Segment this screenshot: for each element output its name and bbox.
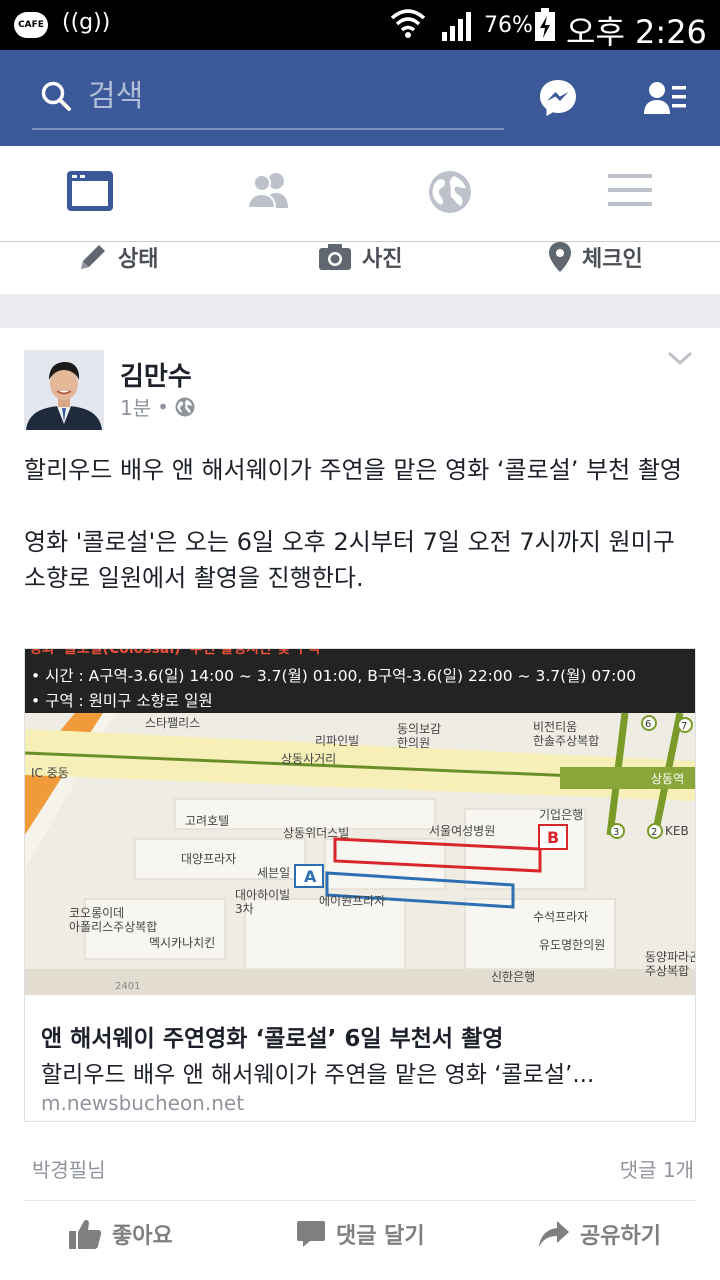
map-label-road: 2401 [115, 981, 140, 992]
post-time[interactable]: 1분 [120, 392, 151, 421]
status-composer-button[interactable]: 상태 [78, 242, 158, 272]
tab-bar [0, 146, 720, 242]
map-label-mexicana: 멕시카나치킨 [149, 936, 215, 950]
zone-a-label: A [304, 867, 317, 886]
globe-icon[interactable] [428, 170, 472, 214]
checkin-label: 체크인 [582, 247, 643, 272]
signal-notification-icon: ((g)) [62, 10, 111, 35]
friends-icon[interactable] [246, 170, 294, 212]
top-header [0, 50, 720, 146]
thumbs-up-icon [69, 1219, 102, 1249]
comment-count[interactable]: 댓글 1개 [620, 1154, 694, 1183]
status-bar: CAFE ((g)) 76% 오후 2:26 [0, 0, 720, 51]
map-label-dongyang: 동양파라곤 주상복합 [645, 950, 695, 978]
link-preview-image[interactable]: 영화 '콜로설(Colossal)' 부천 촬영시간 및 구역 • 시간 : A… [25, 649, 695, 995]
like-label: 좋아요 [112, 1224, 173, 1249]
camera-icon [319, 244, 351, 270]
search-underline [32, 128, 504, 130]
link-preview[interactable]: 영화 '콜로설(Colossal)' 부천 촬영시간 및 구역 • 시간 : A… [24, 648, 696, 1122]
line-6-badge: 6 [645, 719, 651, 730]
cell-signal-icon [442, 12, 471, 41]
line-2-badge: 2 [651, 827, 657, 838]
map-label-shinhan: 신한은행 [491, 969, 535, 984]
map-label-goryeo: 고려호텔 [185, 814, 229, 828]
search-input[interactable] [88, 74, 488, 118]
checkin-composer-button[interactable]: 체크인 [548, 242, 643, 272]
photo-composer-button[interactable]: 사진 [318, 242, 402, 272]
author-avatar[interactable] [24, 350, 104, 430]
link-description: 할리우드 배우 앤 해서웨이가 주연을 맡은 영화 ‘콜로설’... [41, 1062, 595, 1088]
like-button[interactable]: 좋아요 [68, 1216, 173, 1252]
line-3-badge: 3 [613, 827, 619, 838]
news-feed-icon[interactable] [66, 170, 114, 212]
post-text: 할리우드 배우 앤 해서웨이가 주연을 맡은 영화 ‘콜로설’ 부천 촬영 영화… [24, 456, 682, 592]
zone-b-label: B [547, 828, 559, 847]
map-label-sangdong-sageori: 상동사거리 [281, 752, 336, 766]
menu-icon[interactable] [608, 170, 652, 210]
map-label-suseok: 수석프라자 [533, 910, 588, 924]
map-area-line: • 구역 : 원미구 소향로 일원 [31, 692, 213, 710]
meta-separator: • [157, 394, 169, 419]
share-arrow-icon [539, 1221, 569, 1247]
feed-post: 김만수 1분 • 할리우드 배우 앤 해서웨이가 주연을 맡은 영화 ‘콜로설’… [0, 328, 720, 1280]
map-label-seoul-women: 서울여성병원 [429, 824, 495, 838]
battery-percent: 76% [484, 13, 533, 38]
map-label-starpalace: 스타팰리스 [145, 716, 200, 730]
map-label-daeyang: 대양프라자 [181, 852, 236, 866]
map-label-ibk: 기업은행 [539, 807, 583, 822]
location-pin-icon [549, 242, 571, 272]
comment-label: 댓글 달기 [336, 1224, 425, 1249]
status-label: 상태 [118, 247, 159, 272]
post-options-chevron-icon[interactable] [666, 350, 694, 366]
map-label-widus: 상동위더스빌 [283, 826, 349, 840]
messenger-icon[interactable] [538, 78, 578, 118]
author-photo [24, 350, 104, 430]
action-divider [24, 1200, 696, 1201]
friend-requests-icon[interactable] [644, 80, 688, 116]
wifi-icon [390, 9, 426, 38]
map-time-line: • 시간 : A구역-3.6(일) 14:00 ~ 3.7(월) 01:00, … [31, 667, 636, 685]
liked-by[interactable]: 박경필님 [32, 1154, 106, 1183]
link-domain: m.newsbucheon.net [41, 1091, 245, 1115]
comment-bubble-icon [297, 1221, 325, 1247]
clock: 오후 2:26 [566, 13, 707, 51]
map-banner-top: 영화 '콜로설(Colossal)' 부천 촬영시간 및 구역 [29, 649, 320, 657]
pencil-icon [81, 245, 105, 269]
photo-label: 사진 [362, 247, 403, 272]
share-button[interactable]: 공유하기 [538, 1216, 661, 1252]
composer-actions: 상태 사진 체크인 [0, 242, 720, 294]
comment-button[interactable]: 댓글 달기 [296, 1216, 425, 1252]
line-7-badge: 7 [681, 721, 687, 732]
author-name[interactable]: 김만수 [120, 356, 192, 393]
map-label-sebeom: 세븐일 [257, 866, 290, 880]
map-label-ic: IC 중동 [31, 766, 69, 780]
post-meta: 1분 • [120, 392, 195, 421]
battery-charging-icon [535, 8, 555, 41]
filming-area-map: 영화 '콜로설(Colossal)' 부천 촬영시간 및 구역 • 시간 : A… [25, 649, 695, 995]
map-label-keb: KEB [665, 824, 689, 838]
map-label-yudong: 유도명한의원 [539, 938, 605, 952]
cafe-notification-icon: CAFE [14, 12, 48, 38]
map-label-sangdong-station: 상동역 [651, 772, 684, 786]
map-label-ripain: 리파인빌 [315, 734, 359, 748]
globe-icon [175, 397, 195, 416]
map-label-eiwon: 에이원프라자 [319, 894, 385, 908]
search-icon[interactable] [40, 80, 72, 112]
link-title[interactable]: 앤 해서웨이 주연영화 ‘콜로설’ 6일 부천서 촬영 [41, 1019, 681, 1053]
share-label: 공유하기 [580, 1224, 661, 1249]
